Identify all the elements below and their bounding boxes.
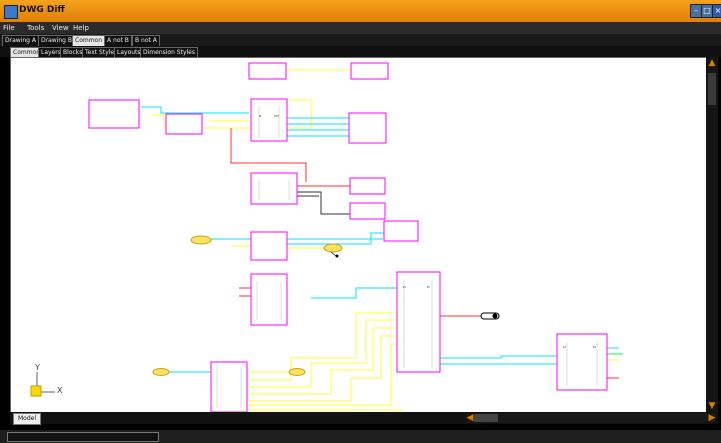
wire: [311, 287, 397, 299]
wire: [141, 106, 249, 114]
menu-bar: File Tools View Help: [0, 22, 721, 34]
title-bar: DWG Diff – □ ×: [0, 0, 721, 22]
ucs-y-label: Y: [34, 363, 40, 372]
window-title: DWG Diff: [19, 5, 65, 15]
block[interactable]: [250, 273, 288, 326]
status-bar: [0, 430, 721, 443]
wire: [297, 191, 350, 215]
menu-file[interactable]: File: [3, 22, 15, 34]
block[interactable]: [210, 361, 248, 413]
wire: [247, 335, 397, 402]
comparison-tabs: Drawing A Drawing B Common A not B B not…: [0, 34, 721, 47]
vertical-scrollbar[interactable]: ▲ ▼: [706, 57, 718, 412]
wire: [247, 327, 397, 395]
block[interactable]: [349, 177, 386, 195]
block[interactable]: [250, 98, 288, 142]
menu-help[interactable]: Help: [73, 22, 89, 34]
svg-text:OUT: OUT: [274, 115, 279, 118]
horizontal-scroll-thumb[interactable]: [474, 414, 498, 422]
block[interactable]: [350, 62, 389, 80]
close-icon[interactable]: ×: [712, 4, 721, 18]
app-icon: [4, 5, 18, 19]
connector-group: [152, 235, 500, 376]
menu-view[interactable]: View: [52, 22, 69, 34]
horizontal-scrollbar[interactable]: ◀ ▶: [466, 413, 716, 423]
block[interactable]: [349, 202, 386, 220]
block[interactable]: [248, 62, 287, 80]
scroll-down-icon[interactable]: ▼: [706, 400, 718, 412]
block[interactable]: [250, 231, 288, 261]
block[interactable]: [165, 113, 203, 135]
scroll-right-icon[interactable]: ▶: [706, 412, 718, 424]
model-tab[interactable]: Model: [13, 413, 42, 425]
ucs-icon: Y X: [30, 363, 63, 397]
wire: [247, 343, 397, 406]
wire: [440, 355, 557, 359]
block[interactable]: [348, 112, 387, 144]
drawing-schematic: IN OUT P1 P2 A1 B1 Y X: [30, 62, 623, 413]
drawing-canvas[interactable]: IN OUT P1 P2 A1 B1 Y X: [10, 57, 708, 414]
scroll-up-icon[interactable]: ▲: [706, 57, 718, 69]
wire: [247, 319, 397, 388]
sub-tabs: Common Layers Blocks Text Styles Layouts…: [0, 46, 721, 59]
status-field: [7, 432, 159, 442]
block[interactable]: [383, 220, 419, 242]
block[interactable]: [88, 99, 140, 129]
svg-text:IN: IN: [259, 115, 262, 118]
block[interactable]: [250, 172, 298, 205]
ucs-x-label: X: [57, 386, 63, 395]
layout-tab-bar: Model ◀ ▶: [10, 412, 718, 425]
menu-tools[interactable]: Tools: [27, 22, 44, 34]
block[interactable]: [556, 333, 608, 391]
vertical-scroll-thumb[interactable]: [708, 73, 716, 105]
